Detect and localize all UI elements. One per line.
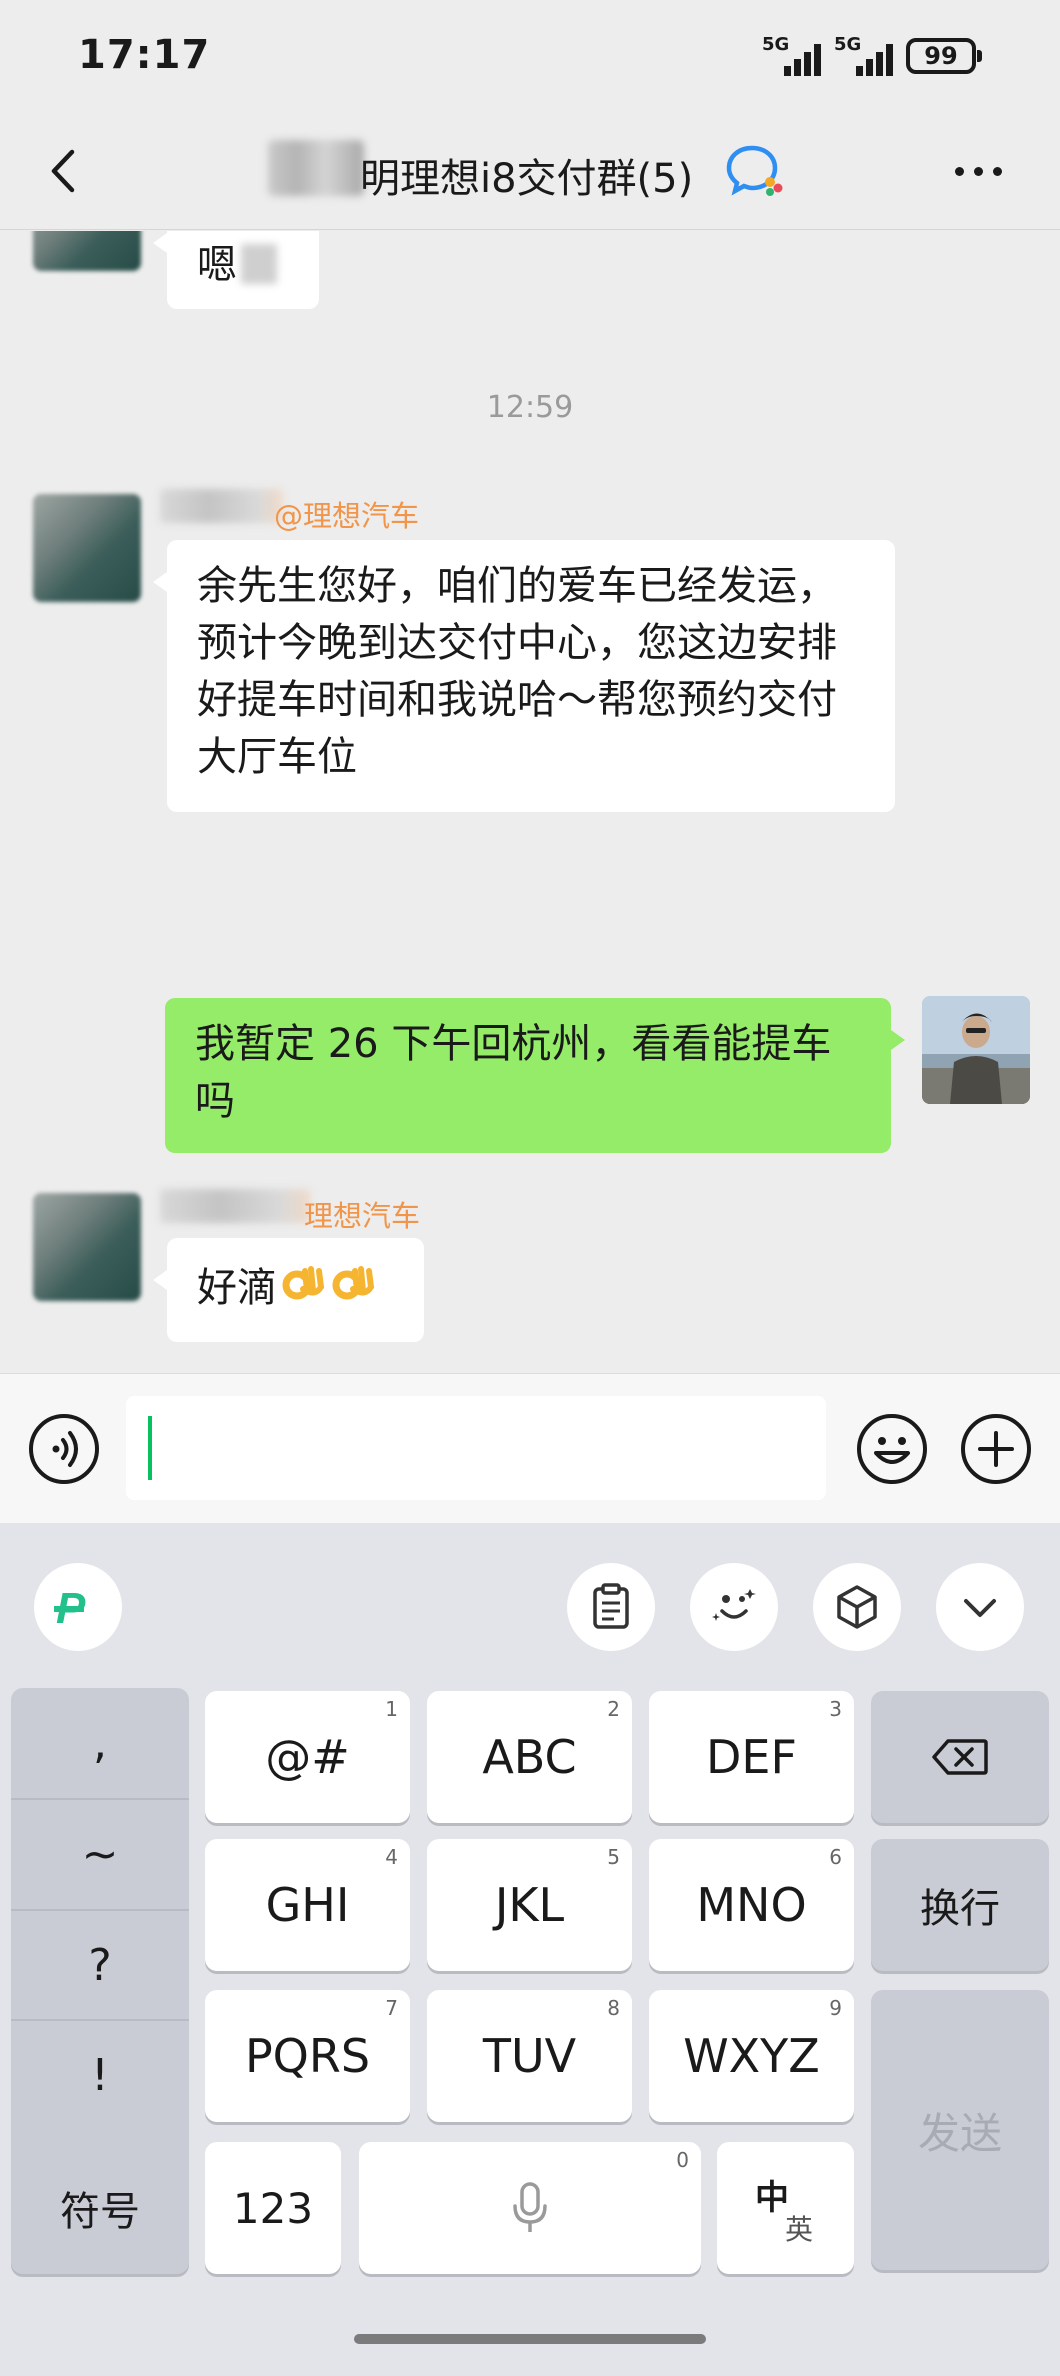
plus-icon[interactable] — [960, 1413, 1032, 1485]
keyboard: P , ~ ? ! @# 1 ABC 2 DEF 3 GHI 4 JKL 5 MNO 6 P… — [0, 1523, 1060, 2376]
punct-key-comma[interactable]: , — [11, 1688, 189, 1798]
message-bubble-outgoing[interactable]: 我暂定 26 下午回杭州，看看能提车吗 — [165, 998, 905, 1153]
punct-key-exclaim[interactable]: ! — [11, 2019, 189, 2129]
key-5[interactable]: JKL 5 — [427, 1839, 632, 1971]
back-chevron-icon[interactable] — [42, 146, 86, 196]
clipboard-icon[interactable] — [567, 1563, 655, 1651]
key-1[interactable]: @# 1 — [205, 1691, 410, 1823]
status-time: 17:17 — [78, 32, 211, 78]
message-text: 余先生您好，咱们的爱车已经发运，预计今晚到达交付中心，您这边安排好提车时间和我说… — [197, 563, 837, 780]
ok-hand-emoji-icon — [282, 1266, 325, 1300]
symbols-key[interactable]: 符号 — [11, 2142, 189, 2274]
message-bubble[interactable]: 好滴 — [153, 1238, 424, 1342]
voice-input-icon[interactable] — [28, 1413, 100, 1485]
more-dots-icon[interactable] — [955, 156, 1015, 186]
wecom-chat-icon — [726, 145, 783, 196]
backspace-key[interactable] — [871, 1691, 1049, 1823]
key-3[interactable]: DEF 3 — [649, 1691, 854, 1823]
enter-key[interactable]: 换行 — [871, 1839, 1049, 1971]
language-toggle-key[interactable]: 中 英 — [717, 2142, 854, 2274]
key-7[interactable]: PQRS 7 — [205, 1990, 410, 2122]
emoji-face-icon[interactable] — [690, 1563, 778, 1651]
cell-signal-icon: 5G — [762, 34, 830, 76]
microphone-icon — [513, 2182, 547, 2232]
numbers-key[interactable]: 123 — [205, 2142, 341, 2274]
message-text: 好滴 — [197, 1265, 277, 1311]
message-bubble[interactable]: 余先生您好，咱们的爱车已经发运，预计今晚到达交付中心，您这边安排好提车时间和我说… — [153, 540, 895, 812]
cube-icon[interactable] — [813, 1563, 901, 1651]
status-bar: 17:17 5G 5G 99 — [0, 0, 1060, 110]
title-redacted — [268, 140, 364, 196]
backspace-icon — [932, 1739, 988, 1775]
chat-header: 明理想i8交付群(5) — [0, 110, 1060, 230]
emoji-icon[interactable] — [856, 1413, 928, 1485]
battery-level: 99 — [924, 42, 958, 70]
message-input[interactable] — [126, 1396, 826, 1500]
lang-sub-label: 英 — [785, 2213, 814, 2246]
punct-key-question[interactable]: ? — [11, 1909, 189, 2019]
key-9[interactable]: WXYZ 9 — [649, 1990, 854, 2122]
input-bar — [0, 1373, 1060, 1523]
key-2[interactable]: ABC 2 — [427, 1691, 632, 1823]
sender-name: 理想汽车 — [304, 1199, 421, 1233]
sender-name-redacted — [160, 1189, 310, 1223]
message-bubble-previous[interactable]: 嗯 — [153, 231, 319, 309]
person-photo-icon — [922, 996, 1030, 1104]
key-8[interactable]: TUV 8 — [427, 1990, 632, 2122]
message-text: 我暂定 26 下午回杭州，看看能提车吗 — [195, 1021, 832, 1124]
message-list[interactable]: 嗯 12:59 @理想汽车 余先生您好，咱们的爱车已经发运，预计今晚到达交付中心… — [0, 231, 1060, 1373]
avatar[interactable] — [33, 1193, 141, 1301]
my-avatar[interactable] — [922, 996, 1030, 1104]
lang-main-label: 中 — [755, 2178, 789, 2218]
key-6[interactable]: MNO 6 — [649, 1839, 854, 1971]
ok-hand-emoji-icon — [332, 1266, 375, 1300]
time-separator-faded — [0, 895, 1060, 930]
ime-logo-icon[interactable]: P — [34, 1563, 122, 1651]
punct-key-tilde[interactable]: ~ — [11, 1798, 189, 1909]
send-key[interactable]: 发送 — [871, 1990, 1049, 2270]
key-4[interactable]: GHI 4 — [205, 1839, 410, 1971]
message-text: 嗯 — [197, 242, 237, 288]
battery-icon: 99 — [906, 38, 982, 74]
cell-signal-icon-2: 5G — [834, 34, 902, 76]
sender-name: @理想汽车 — [274, 499, 420, 533]
time-separator: 12:59 — [486, 390, 574, 425]
sender-name-redacted — [160, 489, 282, 523]
avatar[interactable] — [33, 494, 141, 602]
chat-title[interactable]: 明理想i8交付群(5) — [360, 146, 693, 204]
collapse-keyboard-icon[interactable] — [936, 1563, 1024, 1651]
text-cursor — [148, 1416, 152, 1480]
avatar[interactable] — [33, 231, 141, 271]
home-indicator[interactable] — [354, 2334, 706, 2344]
space-key[interactable]: 0 — [359, 2142, 701, 2274]
